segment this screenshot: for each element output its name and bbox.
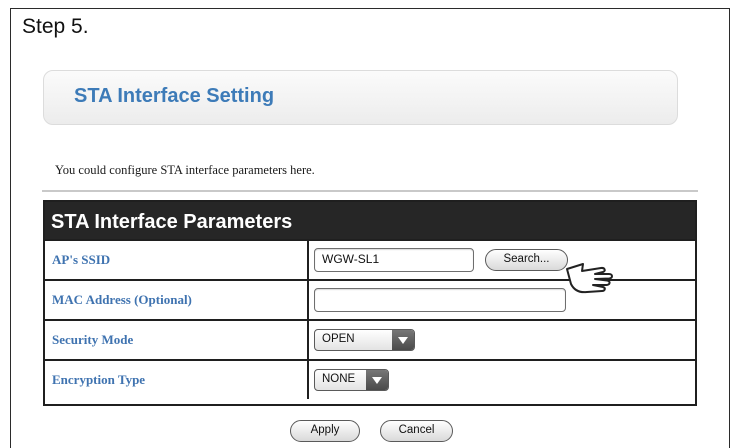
triangle-down-icon [366,370,388,390]
encryption-type-value: NONE [322,373,356,385]
mac-address-label: MAC Address (Optional) [52,292,192,307]
encryption-type-label: Encryption Type [52,372,146,387]
step-label: Step 5. [22,15,89,38]
table-row-encryption: Encryption Type NONE [45,359,695,399]
ssid-label: AP's SSID [52,252,111,267]
hand-pointer-icon [566,263,613,294]
security-mode-select[interactable]: OPEN [314,329,415,351]
page-title: STA Interface Setting [74,85,275,107]
apply-button[interactable]: Apply [290,420,360,442]
security-mode-value: OPEN [322,333,355,345]
column-divider [307,241,309,279]
encryption-type-select[interactable]: NONE [314,369,389,391]
column-divider [307,281,309,319]
triangle-down-icon [392,330,414,350]
search-button[interactable]: Search... [485,249,568,271]
column-divider [307,361,309,399]
mac-address-input[interactable] [314,288,566,312]
column-divider [307,321,309,359]
table-title: STA Interface Parameters [45,202,695,239]
divider [42,190,698,192]
ssid-input[interactable]: WGW-SL1 [314,248,474,272]
sta-parameters-table: STA Interface Parameters AP's SSID WGW-S… [43,200,697,406]
page-description: You could configure STA interface parame… [55,163,315,177]
cancel-button[interactable]: Cancel [380,420,453,442]
page-header: STA Interface Setting [43,70,678,125]
table-row-security: Security Mode OPEN [45,319,695,359]
security-mode-label: Security Mode [52,332,134,347]
